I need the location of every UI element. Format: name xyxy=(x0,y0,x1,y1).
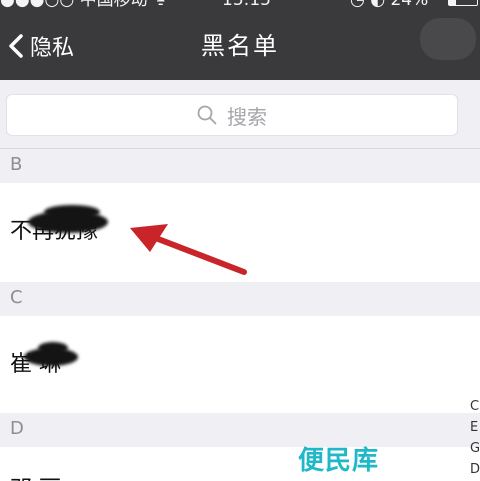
redaction-mark xyxy=(44,205,100,219)
index-letter[interactable]: D xyxy=(470,459,480,480)
watermark-logo: 便民库 xyxy=(298,446,380,476)
contact-row[interactable]: 崔 琳 xyxy=(0,316,480,412)
search-icon xyxy=(197,105,217,125)
section-letter: B xyxy=(10,154,23,175)
page-title: 黑名单 xyxy=(201,32,279,60)
status-bar: ●●●○○ 中国移动 ᯤ 15:15 ◷ ◐ 24% xyxy=(0,0,480,10)
search-input[interactable]: 搜索 xyxy=(6,94,458,136)
blurred-nav-button[interactable] xyxy=(420,18,476,60)
battery-label: ◷ ◐ 24% xyxy=(350,0,429,10)
battery-icon xyxy=(448,0,478,6)
section-header-b: B xyxy=(0,149,480,183)
status-time: 15:15 xyxy=(222,0,271,10)
contact-row[interactable]: 邓 丽 xyxy=(0,447,480,481)
section-header-d: D xyxy=(0,413,480,447)
red-arrow-annotation xyxy=(130,224,247,275)
index-letter[interactable]: C xyxy=(470,396,480,417)
carrier-label: ●●●○○ 中国移动 ᯤ xyxy=(0,0,169,10)
section-letter: C xyxy=(10,287,23,308)
contact-name: 邓 丽 xyxy=(10,471,61,481)
redaction-mark xyxy=(38,342,68,354)
search-bar-container: 搜索 xyxy=(0,80,480,149)
index-letter[interactable]: G xyxy=(470,438,480,459)
section-letter: D xyxy=(10,418,24,439)
search-placeholder: 搜索 xyxy=(227,104,267,129)
section-index-bar[interactable]: C E G D xyxy=(470,396,480,481)
navigation-bar: ●●●○○ 中国移动 ᯤ 15:15 ◷ ◐ 24% 隐私 黑名单 xyxy=(0,0,480,80)
index-letter[interactable]: E xyxy=(470,417,480,438)
